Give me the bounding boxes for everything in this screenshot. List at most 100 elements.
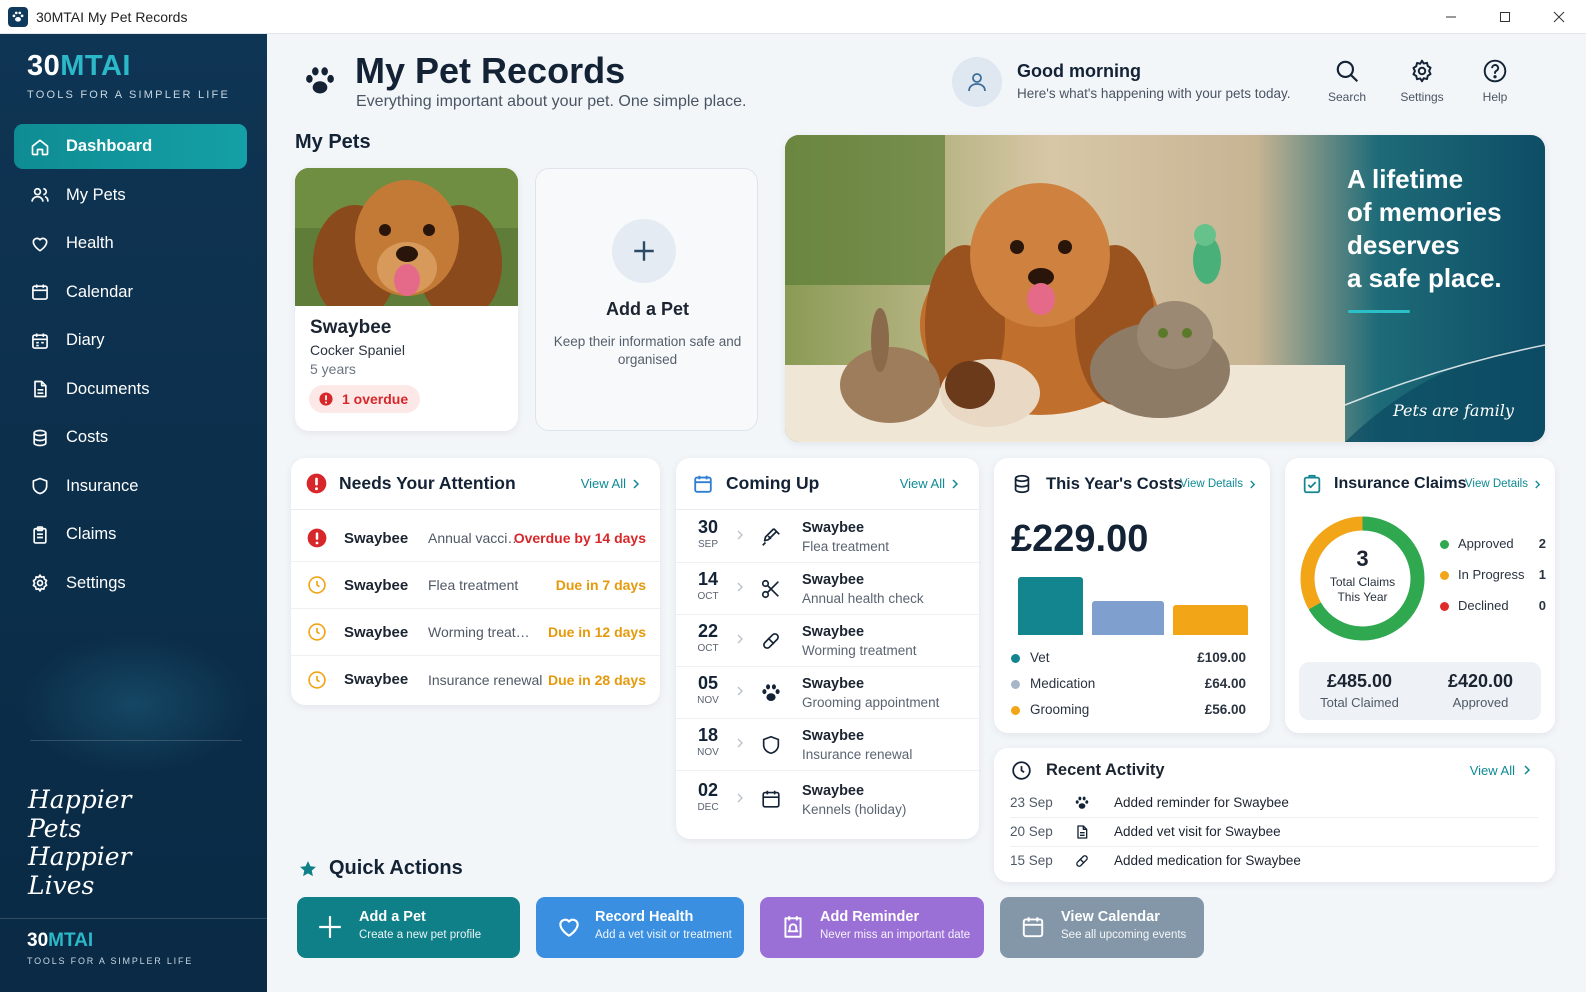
recent-view-all-link[interactable]: View All xyxy=(1470,763,1531,778)
needs-attention-card: Needs Your Attention View All Swaybee An… xyxy=(291,458,660,705)
coming-up-card: Coming Up View All 30 SEP Swaybee Flea tre… xyxy=(676,458,979,839)
attention-row[interactable]: Swaybee Flea treatment Due in 7 days xyxy=(291,562,660,609)
event-row[interactable]: 30 SEP Swaybee Flea treatment xyxy=(676,511,979,563)
costs-view-details-link[interactable]: View Details xyxy=(1180,478,1256,490)
coins-icon xyxy=(33,429,47,446)
brand-tagline: TOOLS FOR A SIMPLER LIFE xyxy=(27,89,230,101)
plus-icon xyxy=(319,916,341,938)
alert-icon xyxy=(306,473,327,494)
alert-icon xyxy=(307,528,327,548)
sidebar-item-claims[interactable]: Claims xyxy=(14,512,247,557)
pet-card[interactable]: Swaybee Cocker Spaniel 5 years 1 overdue xyxy=(295,168,518,431)
user-icon xyxy=(968,73,986,92)
minimize-button[interactable] xyxy=(1424,0,1478,34)
attention-row[interactable]: Swaybee Worming treat… Due in 12 days xyxy=(291,609,660,656)
clipboard-icon xyxy=(33,525,47,544)
attention-row[interactable]: Swaybee Annual vacci… Overdue by 14 days xyxy=(291,515,660,562)
cost-bar-vet xyxy=(1018,577,1083,635)
recent-activity-card: Recent Activity View All 23 Sep Added re… xyxy=(994,748,1555,882)
gear-icon xyxy=(1412,59,1432,83)
add-pet-title: Add a Pet xyxy=(605,299,689,319)
sidebar-item-label: Calendar xyxy=(66,282,133,301)
recent-activity-title: Recent Activity xyxy=(1046,760,1165,779)
costs-title: This Year's Costs xyxy=(1046,474,1183,493)
view-calendar-button[interactable]: View Calendar See all upcoming events xyxy=(1000,897,1204,958)
pet-photo xyxy=(295,168,518,306)
sidebar-item-label: Health xyxy=(66,234,114,252)
greeting: Good morning xyxy=(1017,61,1141,81)
attention-view-all-link[interactable]: View All xyxy=(581,476,640,491)
sidebar-item-health[interactable]: Health xyxy=(14,221,247,266)
window-title: 30MTAI My Pet Records xyxy=(36,8,188,25)
app-icon xyxy=(8,6,28,27)
sidebar-item-dashboard[interactable]: Dashboard xyxy=(14,124,247,169)
sidebar-item-settings[interactable]: Settings xyxy=(14,561,247,606)
my-pets-heading: My Pets xyxy=(295,131,371,153)
search-icon xyxy=(1336,60,1359,83)
sidebar-item-calendar[interactable]: Calendar xyxy=(14,270,247,315)
chevron-right-icon xyxy=(737,793,743,803)
sidebar-item-documents[interactable]: Documents xyxy=(14,367,247,412)
calendar-icon xyxy=(32,284,48,300)
coming-up-view-all-link[interactable]: View All xyxy=(900,476,959,491)
sidebar-item-label: Insurance xyxy=(66,476,139,495)
page-title: My Pet Records xyxy=(355,50,626,91)
add-reminder-button[interactable]: Add Reminder Never miss an important date xyxy=(760,897,984,958)
users-icon xyxy=(31,187,49,202)
maximize-button[interactable] xyxy=(1478,0,1532,34)
hero-headline: A lifetime of memories deserves a safe p… xyxy=(1347,164,1502,293)
syringe-icon xyxy=(762,528,780,546)
sidebar-item-label: Costs xyxy=(66,428,109,446)
activity-row[interactable]: 20 Sep Added vet visit for Swaybee xyxy=(1010,818,1538,847)
event-row[interactable]: 14 OCT Swaybee Annual health check xyxy=(676,563,979,615)
shield-icon xyxy=(32,477,48,495)
footer-brand-logo: 30MTAI TOOLS FOR A SIMPLER LIFE xyxy=(27,930,194,966)
event-row[interactable]: 22 OCT Swaybee Worming treatment xyxy=(676,615,979,667)
claim-status-item: Declined 0 xyxy=(1440,598,1546,616)
claims-total: 3 xyxy=(1356,546,1369,571)
search-button[interactable]: Search xyxy=(1317,58,1377,104)
sidebar-item-label: Settings xyxy=(66,573,126,592)
pill-icon xyxy=(763,633,779,649)
close-button[interactable] xyxy=(1532,0,1586,34)
cost-bar-grooming xyxy=(1173,605,1248,635)
sidebar-item-costs[interactable]: Costs xyxy=(14,415,247,460)
event-row[interactable]: 05 NOV Swaybee Grooming appointment xyxy=(676,667,979,719)
home-icon xyxy=(31,139,49,155)
scissors-icon xyxy=(761,579,779,599)
approved-value: £420.00 xyxy=(1447,671,1514,691)
page-subtitle: Everything important about your pet. One… xyxy=(356,93,747,110)
settings-button[interactable]: Settings xyxy=(1392,58,1452,104)
total-claimed-label: Total Claimed xyxy=(1320,695,1399,710)
insurance-view-details-link[interactable]: View Details xyxy=(1465,478,1541,490)
help-label: Help xyxy=(1482,90,1508,104)
attention-row[interactable]: Swaybee Insurance renewal Due in 28 days xyxy=(291,656,660,703)
add-pet-button[interactable]: Add a Pet Create a new pet profile xyxy=(297,897,520,958)
sidebar-item-insurance[interactable]: Insurance xyxy=(14,464,247,509)
event-row[interactable]: 18 NOV Swaybee Insurance renewal xyxy=(676,719,979,771)
shield-icon xyxy=(762,735,780,755)
chevron-right-icon xyxy=(737,738,743,748)
add-pet-subtitle: Keep their information safe and organise… xyxy=(553,334,742,367)
record-health-button[interactable]: Record Health Add a vet visit or treatmen… xyxy=(536,897,744,958)
help-button[interactable]: Help xyxy=(1465,58,1525,104)
calendar-icon xyxy=(762,790,780,808)
sidebar-item-diary[interactable]: Diary xyxy=(14,318,247,363)
insurance-claims-title: Insurance Claims xyxy=(1334,475,1467,492)
activity-row[interactable]: 23 Sep Added reminder for Swaybee xyxy=(1010,789,1538,818)
add-pet-card[interactable]: Add a Pet Keep their information safe an… xyxy=(535,168,758,431)
sidebar-item-label: Diary xyxy=(66,331,105,349)
sidebar-item-my-pets[interactable]: My Pets xyxy=(14,173,247,218)
settings-label: Settings xyxy=(1400,90,1444,104)
cost-legend-item: Grooming £56.00 xyxy=(1011,702,1251,720)
event-row[interactable]: 02 DEC Swaybee Kennels (holiday) xyxy=(676,771,979,831)
chevron-right-icon xyxy=(1250,480,1256,488)
avatar[interactable] xyxy=(952,57,1002,107)
total-claimed-value: £485.00 xyxy=(1326,671,1393,691)
chevron-right-icon xyxy=(952,478,959,489)
activity-row[interactable]: 15 Sep Added medication for Swaybee xyxy=(1010,847,1538,876)
claims-total-label: Total Claims This Year xyxy=(1329,575,1396,604)
claims-totals: £485.00 Total Claimed £420.00 Approved xyxy=(1299,662,1541,720)
overdue-badge[interactable]: 1 overdue xyxy=(309,385,421,413)
hero-banner: A lifetime of memories deserves a safe p… xyxy=(785,135,1545,442)
